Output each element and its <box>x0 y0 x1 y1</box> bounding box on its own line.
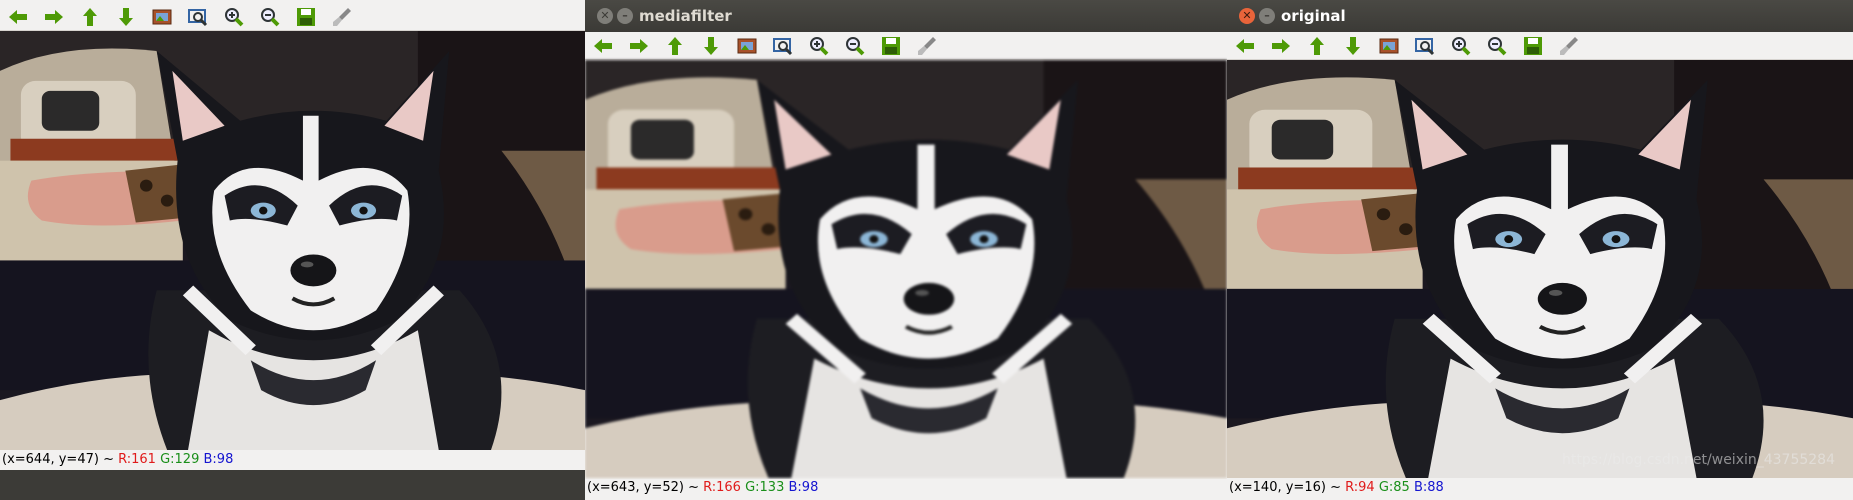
properties-brush-icon[interactable] <box>1557 34 1581 58</box>
properties-brush-icon[interactable] <box>330 5 354 29</box>
zoom-area-icon[interactable] <box>771 34 795 58</box>
status-bar: (x=644, y=47) ~ R:161 G:129 B:98 <box>0 451 585 469</box>
window-mediafilter: ✕ – mediafilter (x=643, y=52) ~ R:166 G:… <box>585 0 1227 500</box>
toolbar <box>585 32 1227 60</box>
window-title: original <box>1281 7 1346 25</box>
zoom-out-icon[interactable] <box>843 34 867 58</box>
pan-up-icon[interactable] <box>663 34 687 58</box>
window-left: (x=644, y=47) ~ R:161 G:129 B:98 <box>0 0 585 470</box>
pan-left-icon[interactable] <box>1233 34 1257 58</box>
window-original: ✕ – original https://blog.csdn.net/weixi… <box>1227 0 1853 500</box>
status-green: G:85 <box>1378 480 1410 495</box>
pan-up-icon[interactable] <box>1305 34 1329 58</box>
status-coords: (x=643, y=52) ~ <box>587 480 699 495</box>
status-red: R:94 <box>1345 480 1375 495</box>
zoom-fit-icon[interactable] <box>735 34 759 58</box>
zoom-out-icon[interactable] <box>1485 34 1509 58</box>
pan-up-icon[interactable] <box>78 5 102 29</box>
zoom-in-icon[interactable] <box>1449 34 1473 58</box>
image-view[interactable]: https://blog.csdn.net/weixin_43755284 <box>1227 60 1853 478</box>
pan-right-icon[interactable] <box>627 34 651 58</box>
image-view[interactable] <box>585 60 1227 478</box>
pan-down-icon[interactable] <box>1341 34 1365 58</box>
zoom-in-icon[interactable] <box>807 34 831 58</box>
save-icon[interactable] <box>294 5 318 29</box>
pan-down-icon[interactable] <box>114 5 138 29</box>
save-icon[interactable] <box>879 34 903 58</box>
status-green: G:133 <box>745 480 785 495</box>
pan-right-icon[interactable] <box>42 5 66 29</box>
save-icon[interactable] <box>1521 34 1545 58</box>
zoom-area-icon[interactable] <box>186 5 210 29</box>
minimize-button[interactable]: – <box>617 8 633 24</box>
close-button[interactable]: ✕ <box>1239 8 1255 24</box>
minimize-button[interactable]: – <box>1259 8 1275 24</box>
image-view[interactable] <box>0 31 585 450</box>
status-blue: B:98 <box>788 480 819 495</box>
window-title: mediafilter <box>639 7 732 25</box>
pan-down-icon[interactable] <box>699 34 723 58</box>
status-coords: (x=140, y=16) ~ <box>1229 480 1341 495</box>
toolbar <box>1227 32 1853 60</box>
zoom-area-icon[interactable] <box>1413 34 1437 58</box>
pan-right-icon[interactable] <box>1269 34 1293 58</box>
status-coords: (x=644, y=47) ~ <box>2 452 114 467</box>
titlebar[interactable]: ✕ – original <box>1227 0 1853 32</box>
status-red: R:161 <box>118 452 156 467</box>
status-blue: B:88 <box>1413 480 1444 495</box>
zoom-in-icon[interactable] <box>222 5 246 29</box>
pan-left-icon[interactable] <box>591 34 615 58</box>
zoom-fit-icon[interactable] <box>1377 34 1401 58</box>
status-bar: (x=140, y=16) ~ R:94 G:85 B:88 <box>1227 479 1853 497</box>
properties-brush-icon[interactable] <box>915 34 939 58</box>
status-red: R:166 <box>703 480 741 495</box>
status-blue: B:98 <box>203 452 234 467</box>
pan-left-icon[interactable] <box>6 5 30 29</box>
zoom-out-icon[interactable] <box>258 5 282 29</box>
titlebar[interactable]: ✕ – mediafilter <box>585 0 1227 32</box>
close-button[interactable]: ✕ <box>597 8 613 24</box>
watermark-text: https://blog.csdn.net/weixin_43755284 <box>1561 452 1835 468</box>
toolbar <box>0 3 585 31</box>
zoom-fit-icon[interactable] <box>150 5 174 29</box>
status-bar: (x=643, y=52) ~ R:166 G:133 B:98 <box>585 479 1227 497</box>
status-green: G:129 <box>160 452 200 467</box>
